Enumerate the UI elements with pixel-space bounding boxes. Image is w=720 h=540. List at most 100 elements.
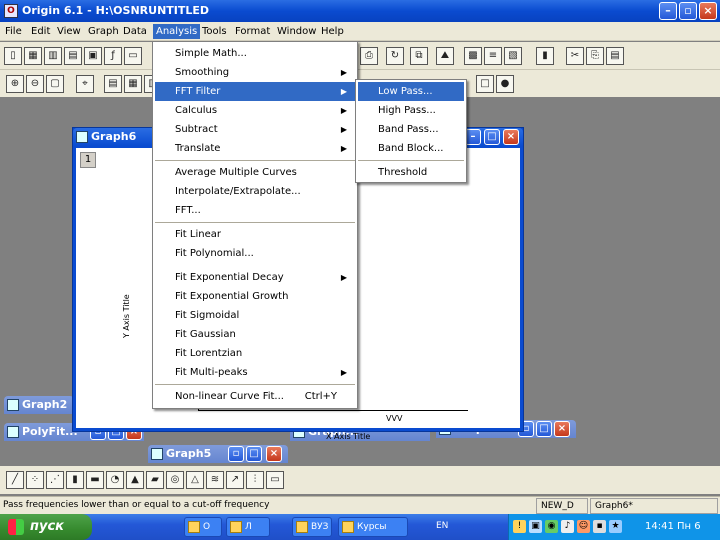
waterfall-icon[interactable]: ≋	[206, 471, 224, 489]
menu-edit[interactable]: Edit	[28, 24, 53, 39]
shield-icon[interactable]: !	[513, 520, 526, 533]
antivirus-icon[interactable]: ◉	[545, 520, 558, 533]
maximize-button[interactable]: □	[484, 129, 500, 145]
line-symbol-icon[interactable]: ⋰	[46, 471, 64, 489]
polar-icon[interactable]: ◎	[166, 471, 184, 489]
menu-item-subtract[interactable]: Subtract ▶	[155, 120, 355, 139]
menu-graph[interactable]: Graph	[85, 24, 122, 39]
menu-item-fit-linear[interactable]: Fit Linear	[155, 225, 355, 244]
menu-item-fit-exp-decay[interactable]: Fit Exponential Decay ▶	[155, 268, 355, 287]
y-axis-title[interactable]: Y Axis Title	[122, 294, 131, 338]
menu-analysis[interactable]: Analysis	[153, 24, 201, 39]
new-project-icon[interactable]: ▯	[4, 47, 22, 65]
rectangle-tool-icon[interactable]: □	[476, 75, 494, 93]
menu-item-fit-exp-growth[interactable]: Fit Exponential Growth	[155, 287, 355, 306]
new-function-icon[interactable]: ƒ	[104, 47, 122, 65]
refresh-icon[interactable]: ↻	[386, 47, 404, 65]
menu-item-high-pass[interactable]: High Pass...	[358, 101, 464, 120]
maximize-button[interactable]: □	[536, 421, 552, 437]
high-low-icon[interactable]: ⫶	[246, 471, 264, 489]
vector-icon[interactable]: ↗	[226, 471, 244, 489]
print-icon[interactable]: ⎙	[360, 47, 378, 65]
menu-item-translate[interactable]: Translate ▶	[155, 139, 355, 158]
menu-item-smoothing[interactable]: Smoothing ▶	[155, 63, 355, 82]
menu-item-low-pass[interactable]: Low Pass...	[358, 82, 464, 101]
restore-button[interactable]: ▫	[679, 2, 697, 20]
project-explorer-icon[interactable]: ▩	[464, 47, 482, 65]
layer-1-tab[interactable]: 1	[80, 152, 96, 168]
start-button[interactable]: пуск	[0, 514, 92, 540]
menu-item-nonlinear-fit[interactable]: Non-linear Curve Fit... Ctrl+Y	[155, 387, 355, 406]
code-builder-icon[interactable]: ▮	[536, 47, 554, 65]
language-indicator[interactable]: EN	[436, 521, 448, 531]
circle-tool-icon[interactable]: ●	[496, 75, 514, 93]
menu-item-band-block[interactable]: Band Block...	[358, 139, 464, 158]
menu-view[interactable]: View	[54, 24, 84, 39]
line-tool-icon[interactable]: ╱	[6, 471, 24, 489]
duplicate-icon[interactable]: ⧉	[410, 47, 428, 65]
x-axis-title[interactable]: X Axis Title	[326, 432, 370, 441]
open-icon[interactable]: ▭	[124, 47, 142, 65]
results-log-icon[interactable]: ≡	[484, 47, 502, 65]
usb-icon[interactable]: ▪	[593, 520, 606, 533]
script-window-icon[interactable]: ▧	[504, 47, 522, 65]
messenger-icon[interactable]: ☺	[577, 520, 590, 533]
origin-app-icon[interactable]: O	[4, 4, 18, 18]
clock[interactable]: 14:41 Пн 6	[645, 521, 701, 532]
menu-window[interactable]: Window	[274, 24, 319, 39]
maximize-button[interactable]: □	[246, 446, 262, 462]
network-icon[interactable]: ▣	[529, 520, 542, 533]
graph5-window-title[interactable]: Graph5 ▫ □ ×	[148, 445, 288, 463]
restore-button[interactable]: ▫	[228, 446, 244, 462]
menu-item-fit-multipeaks[interactable]: Fit Multi-peaks ▶	[155, 363, 355, 382]
menu-item-average-curves[interactable]: Average Multiple Curves	[155, 163, 355, 182]
add-layer-icon[interactable]: ▦	[124, 75, 142, 93]
graph2-window-title[interactable]: Graph2	[4, 396, 74, 414]
close-button[interactable]: ×	[699, 2, 717, 20]
taskbar-button-origin[interactable]: O	[184, 517, 222, 537]
area-chart-icon[interactable]: ▲	[126, 471, 144, 489]
menu-item-fit-lorentzian[interactable]: Fit Lorentzian	[155, 344, 355, 363]
whole-page-icon[interactable]: ▢	[46, 75, 64, 93]
menu-data[interactable]: Data	[120, 24, 150, 39]
star-icon[interactable]: ★	[609, 520, 622, 533]
taskbar-button-word[interactable]: Л	[226, 517, 270, 537]
layer-icon[interactable]: ▤	[104, 75, 122, 93]
taskbar-button-vuz[interactable]: ВУЗ	[292, 517, 332, 537]
menu-help[interactable]: Help	[318, 24, 347, 39]
close-button[interactable]: ×	[503, 129, 519, 145]
close-button[interactable]: ×	[266, 446, 282, 462]
new-matrix-icon[interactable]: ▤	[64, 47, 82, 65]
template-icon[interactable]: ▭	[266, 471, 284, 489]
menu-tools[interactable]: Tools	[199, 24, 230, 39]
zoom-in-icon[interactable]: ⊕	[6, 75, 24, 93]
menu-format[interactable]: Format	[232, 24, 273, 39]
zoom-out-icon[interactable]: ⊖	[26, 75, 44, 93]
menu-item-fit-gaussian[interactable]: Fit Gaussian	[155, 325, 355, 344]
taskbar-button-kursy[interactable]: Курсы	[338, 517, 408, 537]
paste-icon[interactable]: ▤	[606, 47, 624, 65]
menu-item-simple-math[interactable]: Simple Math...	[155, 44, 355, 63]
menu-item-fit-sigmoidal[interactable]: Fit Sigmoidal	[155, 306, 355, 325]
copy-icon[interactable]: ⎘	[586, 47, 604, 65]
minimize-button[interactable]: –	[659, 2, 677, 20]
close-button[interactable]: ×	[554, 421, 570, 437]
menu-item-fft-filter[interactable]: FFT Filter ▶	[155, 82, 355, 101]
scatter-tool-icon[interactable]: ⁘	[26, 471, 44, 489]
column-chart-icon[interactable]: ▮	[66, 471, 84, 489]
bar-chart-icon[interactable]: ▬	[86, 471, 104, 489]
x-axis[interactable]	[198, 410, 468, 411]
menu-item-threshold[interactable]: Threshold	[358, 163, 464, 182]
menu-item-fft[interactable]: FFT...	[155, 201, 355, 220]
menu-item-calculus[interactable]: Calculus ▶	[155, 101, 355, 120]
app-titlebar[interactable]: O Origin 6.1 - H:\OSNRUNTITLED – ▫ ×	[0, 0, 720, 22]
volume-icon[interactable]: ♪	[561, 520, 574, 533]
menu-file[interactable]: File	[2, 24, 25, 39]
menu-item-fit-polynomial[interactable]: Fit Polynomial...	[155, 244, 355, 263]
menu-item-interpolate[interactable]: Interpolate/Extrapolate...	[155, 182, 355, 201]
fill-area-icon[interactable]: ▰	[146, 471, 164, 489]
minimize-button[interactable]: –	[465, 129, 481, 145]
new-layout-icon[interactable]: ▣	[84, 47, 102, 65]
pie-chart-icon[interactable]: ◔	[106, 471, 124, 489]
cut-icon[interactable]: ✂	[566, 47, 584, 65]
